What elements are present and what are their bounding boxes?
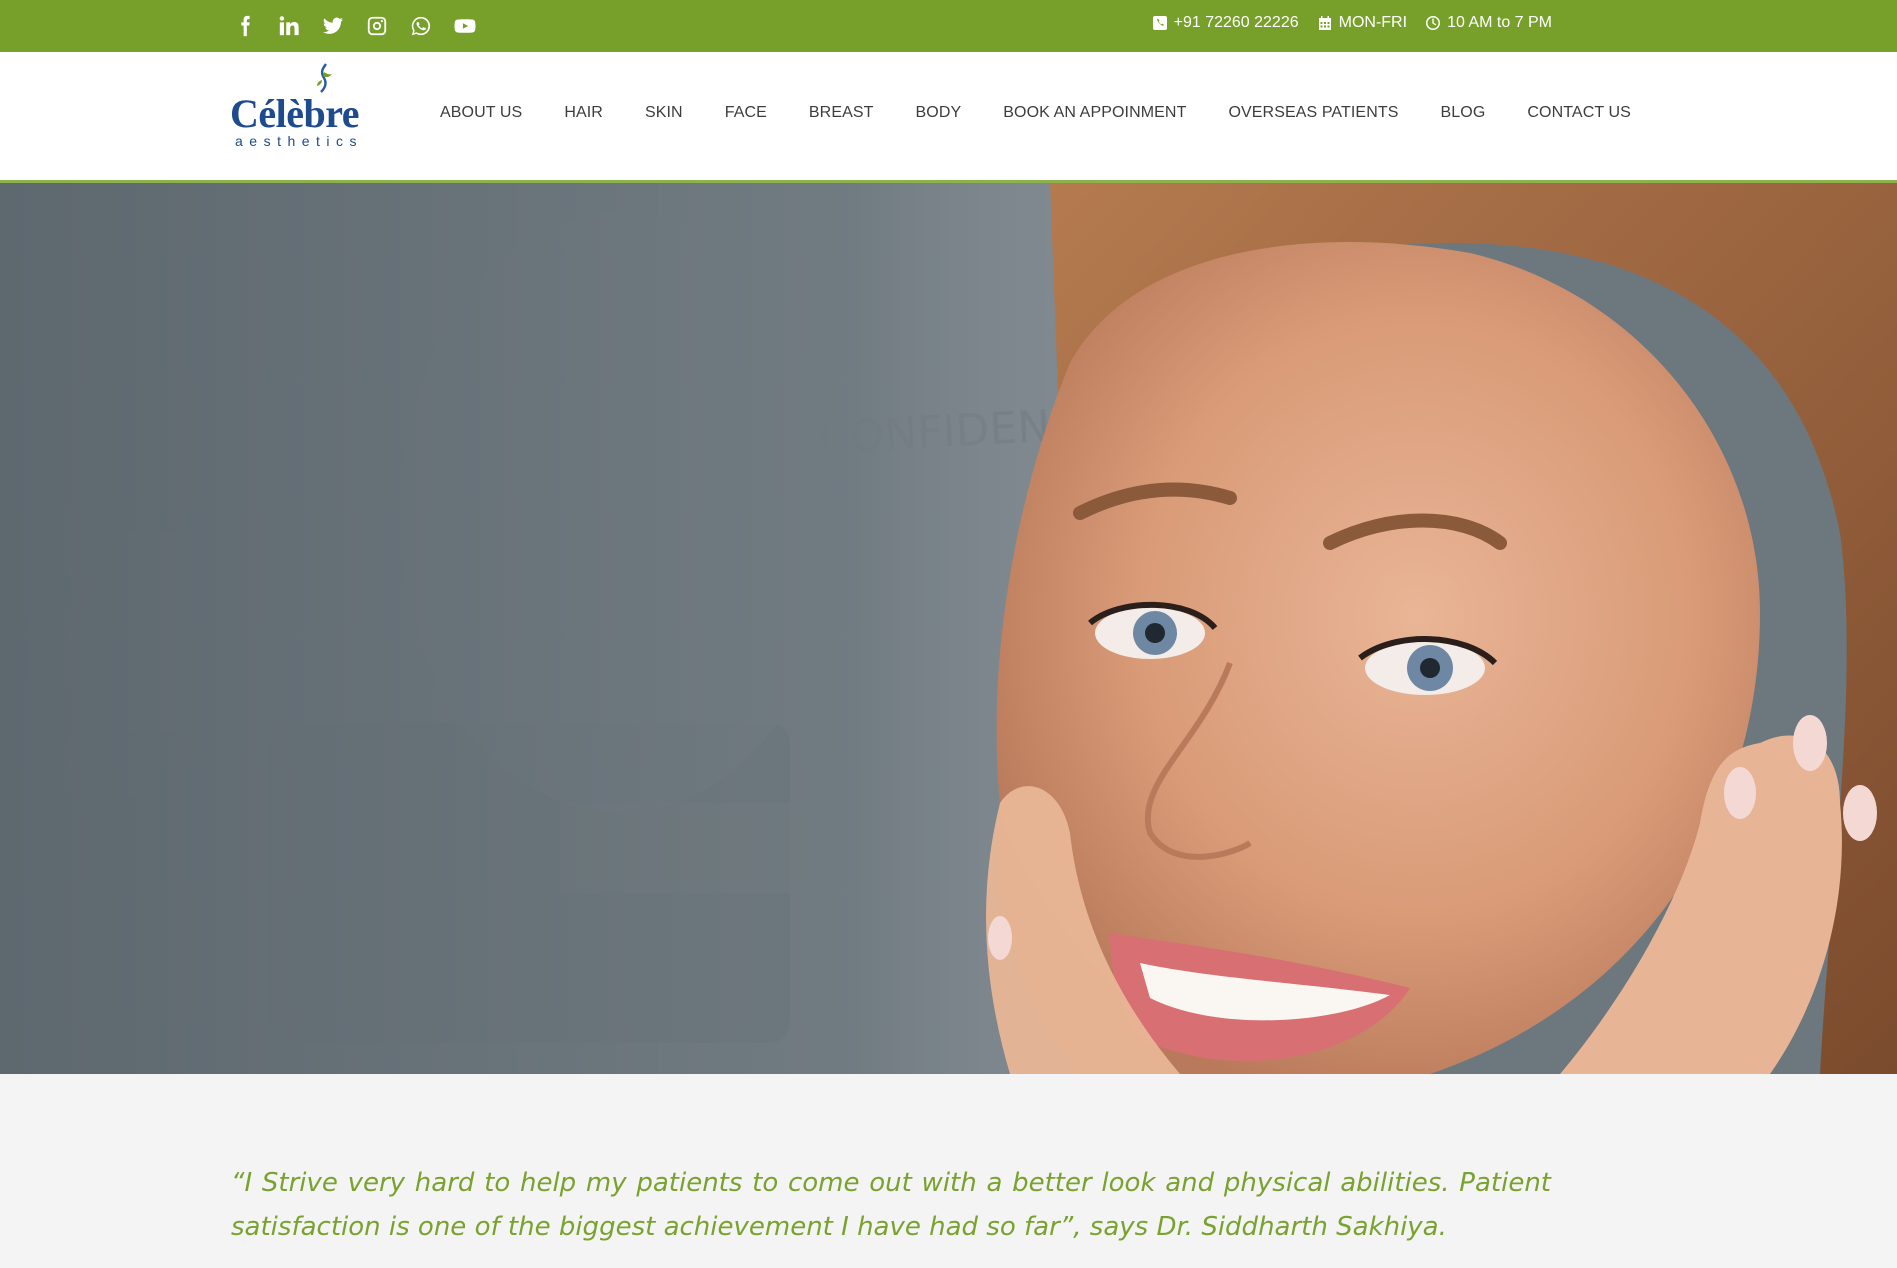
nav-about-us[interactable]: ABOUT US [440, 104, 543, 122]
logo-name: Célèbre [230, 91, 360, 136]
site-header: Célèbre aesthetics ABOUT US HAIR SKIN FA… [0, 52, 1897, 183]
nav-book-appointment[interactable]: BOOK AN APPOINMENT [982, 104, 1207, 122]
calendar-icon [1318, 16, 1331, 30]
nav-hair[interactable]: HAIR [543, 104, 624, 122]
nav-blog[interactable]: BLOG [1420, 104, 1507, 122]
contact-info: +91 72260 22226 MON-FRI 10 AM to 7 PM [1152, 14, 1552, 32]
working-hours: 10 AM to 7 PM [1447, 14, 1552, 31]
logo-tagline: aesthetics [235, 133, 364, 149]
main-nav: ABOUT US HAIR SKIN FACE BREAST BODY BOOK… [440, 104, 1631, 122]
youtube-icon[interactable] [452, 13, 478, 39]
working-days: MON-FRI [1338, 14, 1408, 31]
twitter-icon[interactable] [320, 13, 346, 39]
doctor-quote: “I Strive very hard to help my patients … [231, 1168, 1551, 1242]
days-item: MON-FRI [1317, 14, 1407, 32]
nav-body[interactable]: BODY [895, 104, 983, 122]
hero-image: CONFIDENCE [0, 183, 1897, 1074]
site-logo[interactable]: Célèbre aesthetics [230, 60, 370, 152]
linkedin-icon[interactable] [276, 13, 302, 39]
hero-banner: CONFIDENCE [0, 183, 1897, 1074]
phone-number: +91 72260 22226 [1173, 14, 1299, 31]
nav-face[interactable]: FACE [704, 104, 788, 122]
hours-item: 10 AM to 7 PM [1425, 14, 1552, 32]
whatsapp-icon[interactable] [408, 13, 434, 39]
instagram-icon[interactable] [364, 13, 390, 39]
clock-icon [1426, 16, 1441, 30]
nav-overseas-patients[interactable]: OVERSEAS PATIENTS [1207, 104, 1419, 122]
social-links [232, 13, 478, 39]
phone-item[interactable]: +91 72260 22226 [1152, 14, 1299, 32]
nav-breast[interactable]: BREAST [788, 104, 895, 122]
top-bar: +91 72260 22226 MON-FRI 10 AM to 7 PM [0, 0, 1897, 52]
phone-icon [1152, 16, 1167, 30]
nav-contact-us[interactable]: CONTACT US [1506, 104, 1631, 122]
facebook-icon[interactable] [232, 13, 258, 39]
nav-skin[interactable]: SKIN [624, 104, 704, 122]
